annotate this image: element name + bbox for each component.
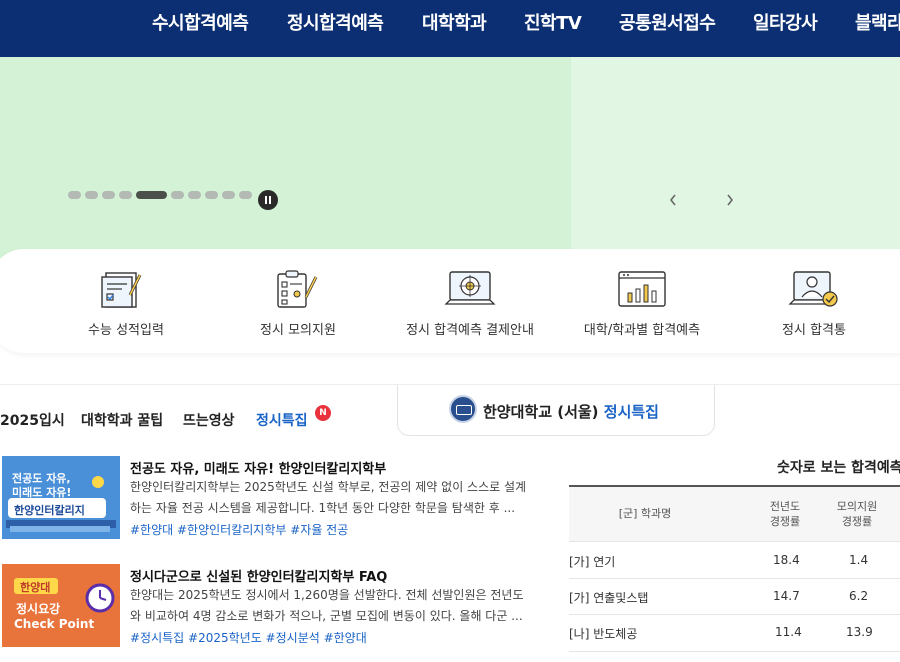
slider-dot[interactable] (171, 191, 184, 199)
slider-dot[interactable] (239, 191, 252, 199)
table-cell-prev: 11.4 (775, 625, 802, 639)
slider-dot[interactable] (85, 191, 98, 199)
table-cell-prev: 14.7 (773, 589, 800, 603)
article-tags[interactable]: #한양대 #한양인터칼리지학부 #자율 전공 (130, 521, 348, 538)
row-divider (569, 614, 900, 615)
quick-item-score-input[interactable]: 수능 성적입력 (46, 269, 206, 338)
nav-item-common-application[interactable]: 공통원서접수 (619, 9, 716, 35)
header-line: 경쟁률 (841, 515, 873, 528)
slider-dot[interactable] (222, 191, 235, 199)
thumbnail-text: 미래도 자유! (12, 486, 72, 499)
chevron-left-icon[interactable] (666, 189, 680, 211)
header-major: [군] 학과명 (618, 507, 672, 520)
table-cell-mock: 13.9 (846, 625, 873, 639)
quick-item-univ-prediction[interactable]: 대학/학과별 합격예측 (562, 269, 722, 338)
quick-label: 정시 합격예측 결제안내 (406, 323, 534, 338)
university-name: 한양대학교 (서울) (483, 403, 599, 421)
quick-item-payment-guide[interactable]: 정시 합격예측 결제안내 (390, 269, 550, 338)
row-divider (569, 651, 900, 652)
row-divider (569, 541, 900, 542)
quick-item-jeongsi-pass[interactable]: 정시 합격통 (734, 269, 894, 338)
table-cell-major[interactable]: [가] 연출및스탭 (569, 589, 648, 606)
hero-banner-left[interactable] (0, 57, 571, 273)
nav-item-jinhak-tv[interactable]: 진학TV (524, 9, 582, 35)
slider-dot[interactable] (188, 191, 201, 199)
article-thumbnail[interactable]: 전공도 자유, 미래도 자유! 한양인터칼리지 (2, 456, 120, 539)
slider-dot[interactable] (205, 191, 218, 199)
article-description: 한양대는 2025학년도 정시에서 1,260명을 선발한다. 전체 선발인원은… (130, 588, 524, 623)
nav-item-jeongsi-prediction[interactable]: 정시합격예측 (287, 9, 384, 35)
table-cell-mock: 1.4 (849, 553, 869, 567)
header-prev-competition: 전년도 경쟁률 (755, 499, 815, 529)
tab-trending-videos[interactable]: 뜨는영상 (183, 410, 235, 430)
article-title[interactable]: 정시다군으로 신설된 한양인터칼리지학부 FAQ (130, 566, 387, 585)
checklist-clipboard-icon (277, 270, 318, 308)
quick-label: 대학/학과별 합격예측 (583, 323, 701, 338)
quick-label: 정시 모의지원 (260, 323, 336, 338)
table-cell-mock: 6.2 (849, 589, 869, 603)
article-tags[interactable]: #정시특집 #2025학년도 #정시분석 #한양대 (130, 629, 367, 646)
nav-item-susi-prediction[interactable]: 수시합격예측 (152, 9, 249, 35)
slider-dot[interactable] (102, 191, 115, 199)
tab-jeongsi-special[interactable]: 정시특집 (256, 410, 308, 430)
pause-icon[interactable] (258, 190, 278, 210)
user-check-icon (788, 271, 838, 307)
article-title[interactable]: 전공도 자유, 미래도 자유! 한양인터칼리지학부 (130, 458, 386, 477)
tab-univ-tips[interactable]: 대학학과 꿀팁 (81, 410, 163, 430)
university-title: 한양대학교 (서울) 정시특집 (483, 401, 659, 422)
tab-2025-admission[interactable]: 2025입시 (0, 410, 65, 430)
hero-banner-right[interactable] (571, 57, 900, 273)
university-header[interactable]: 한양대학교 (서울) 정시특집 (397, 385, 715, 436)
nav-item-top-instructors[interactable]: 일타강사 (753, 9, 818, 35)
slider-pagination (68, 191, 252, 199)
quick-label: 수능 성적입력 (88, 323, 164, 338)
slider-dot-active[interactable] (136, 191, 167, 199)
university-special-label: 정시특집 (603, 403, 659, 421)
table-cell-prev: 18.4 (773, 553, 800, 567)
header-mock-competition: 모의지원 경쟁률 (827, 499, 887, 529)
bar-chart-window-icon (618, 271, 666, 307)
table-cell-major[interactable]: [나] 반도체공 (569, 625, 637, 642)
quick-item-mock-application[interactable]: 정시 모의지원 (218, 269, 378, 338)
header-line: 모의지원 (836, 500, 878, 513)
thumbnail-text: 정시요강 (16, 602, 61, 616)
laptop-target-icon (444, 271, 496, 305)
slider-dot[interactable] (68, 191, 81, 199)
chevron-right-icon[interactable] (723, 189, 737, 211)
stats-table-title: 숫자로 보는 합격예측 (777, 460, 900, 476)
header-line: 경쟁률 (769, 515, 801, 528)
thumbnail-text: 한양대 (20, 581, 51, 594)
header-line: 전년도 (769, 500, 801, 513)
thumbnail-text: Check Point (14, 617, 95, 631)
new-badge: N (315, 405, 331, 421)
thumbnail-text: 한양인터칼리지 (14, 504, 85, 517)
article-description: 한양인터칼리지학부는 2025학년도 신설 학부로, 전공의 제약 없이 스스로… (130, 480, 527, 515)
top-nav-bar: 수시합격예측 정시합격예측 대학학과 진학TV 공통원서접수 일타강사 블랙라벨 (0, 0, 900, 57)
nav-item-black-label[interactable]: 블랙라벨 (855, 9, 900, 35)
score-form-icon (101, 272, 142, 308)
quick-label: 정시 합격통 (782, 323, 846, 338)
table-cell-major[interactable]: [가] 연기 (569, 553, 615, 570)
university-seal-icon (449, 395, 477, 423)
row-divider (569, 578, 900, 579)
article-thumbnail[interactable]: 한양대 정시요강 Check Point (2, 564, 120, 647)
nav-item-univ-major[interactable]: 대학학과 (422, 9, 487, 35)
slider-dot[interactable] (119, 191, 132, 199)
